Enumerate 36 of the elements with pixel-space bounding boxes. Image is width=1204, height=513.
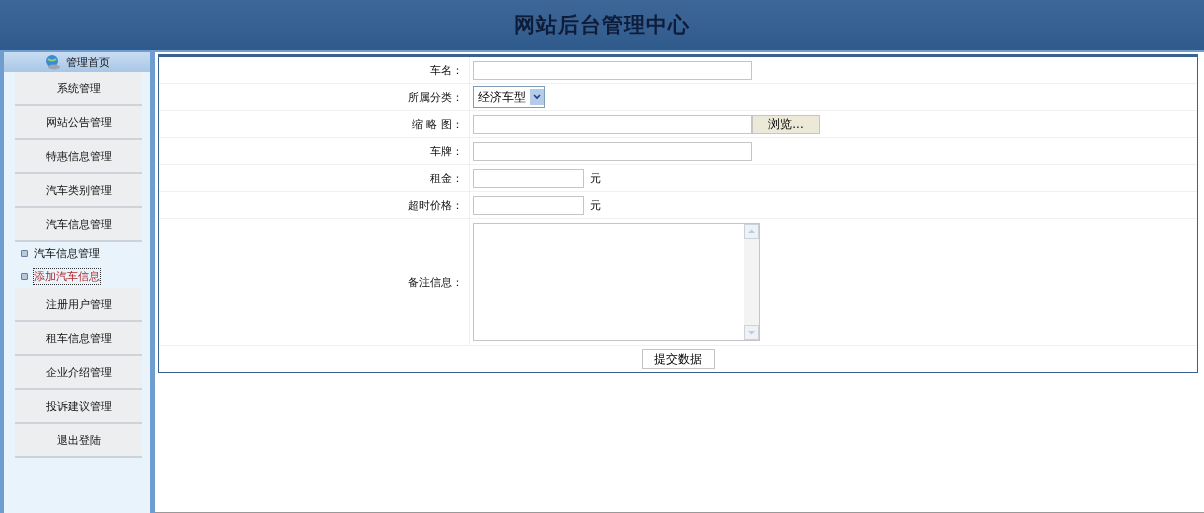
number-input-field[interactable] xyxy=(473,168,584,188)
menu-item[interactable]: 退出登陆 xyxy=(15,424,142,458)
unit-label: 元 xyxy=(590,197,601,213)
field-label: 缩 略 图： xyxy=(159,111,470,137)
submit-button[interactable]: 提交数据 xyxy=(641,349,715,369)
field-label: 所属分类： xyxy=(159,84,470,110)
submenu-link[interactable]: 添加汽车信息 xyxy=(34,269,100,284)
bullet-icon xyxy=(21,273,28,280)
text-input-field[interactable] xyxy=(473,141,752,161)
file-path-field[interactable] xyxy=(473,114,752,134)
home-link-bar[interactable]: 管理首页 xyxy=(4,52,150,72)
menu-item[interactable]: 汽车类别管理 xyxy=(15,174,142,208)
notes-textarea[interactable] xyxy=(473,223,760,341)
menu-item[interactable]: 网站公告管理 xyxy=(15,106,142,140)
field-label: 超时价格： xyxy=(159,192,470,218)
field-label: 备注信息： xyxy=(159,219,470,345)
field-label: 车牌： xyxy=(159,138,470,164)
browse-button[interactable]: 浏览... xyxy=(752,114,820,134)
text-input-field[interactable] xyxy=(473,60,752,80)
menu-item[interactable]: 特惠信息管理 xyxy=(15,140,142,174)
menu-item[interactable]: 注册用户管理 xyxy=(15,288,142,322)
number-input-field[interactable] xyxy=(473,195,584,215)
menu-item[interactable]: 汽车信息管理 xyxy=(15,208,142,242)
menu-item[interactable]: 投诉建议管理 xyxy=(15,390,142,424)
category-dropdown[interactable]: 经济车型 xyxy=(473,86,545,108)
field-label: 车名： xyxy=(159,57,470,83)
menu-item[interactable]: 系统管理 xyxy=(15,72,142,106)
site-title: 网站后台管理中心 xyxy=(514,11,690,39)
home-label: 管理首页 xyxy=(66,54,110,70)
submenu-link[interactable]: 汽车信息管理 xyxy=(34,246,100,261)
menu-item[interactable]: 企业介绍管理 xyxy=(15,356,142,390)
bullet-icon xyxy=(21,250,28,257)
field-label: 租金： xyxy=(159,165,470,191)
unit-label: 元 xyxy=(590,170,601,186)
globe-computer-icon xyxy=(44,54,62,70)
menu-item[interactable]: 租车信息管理 xyxy=(15,322,142,356)
